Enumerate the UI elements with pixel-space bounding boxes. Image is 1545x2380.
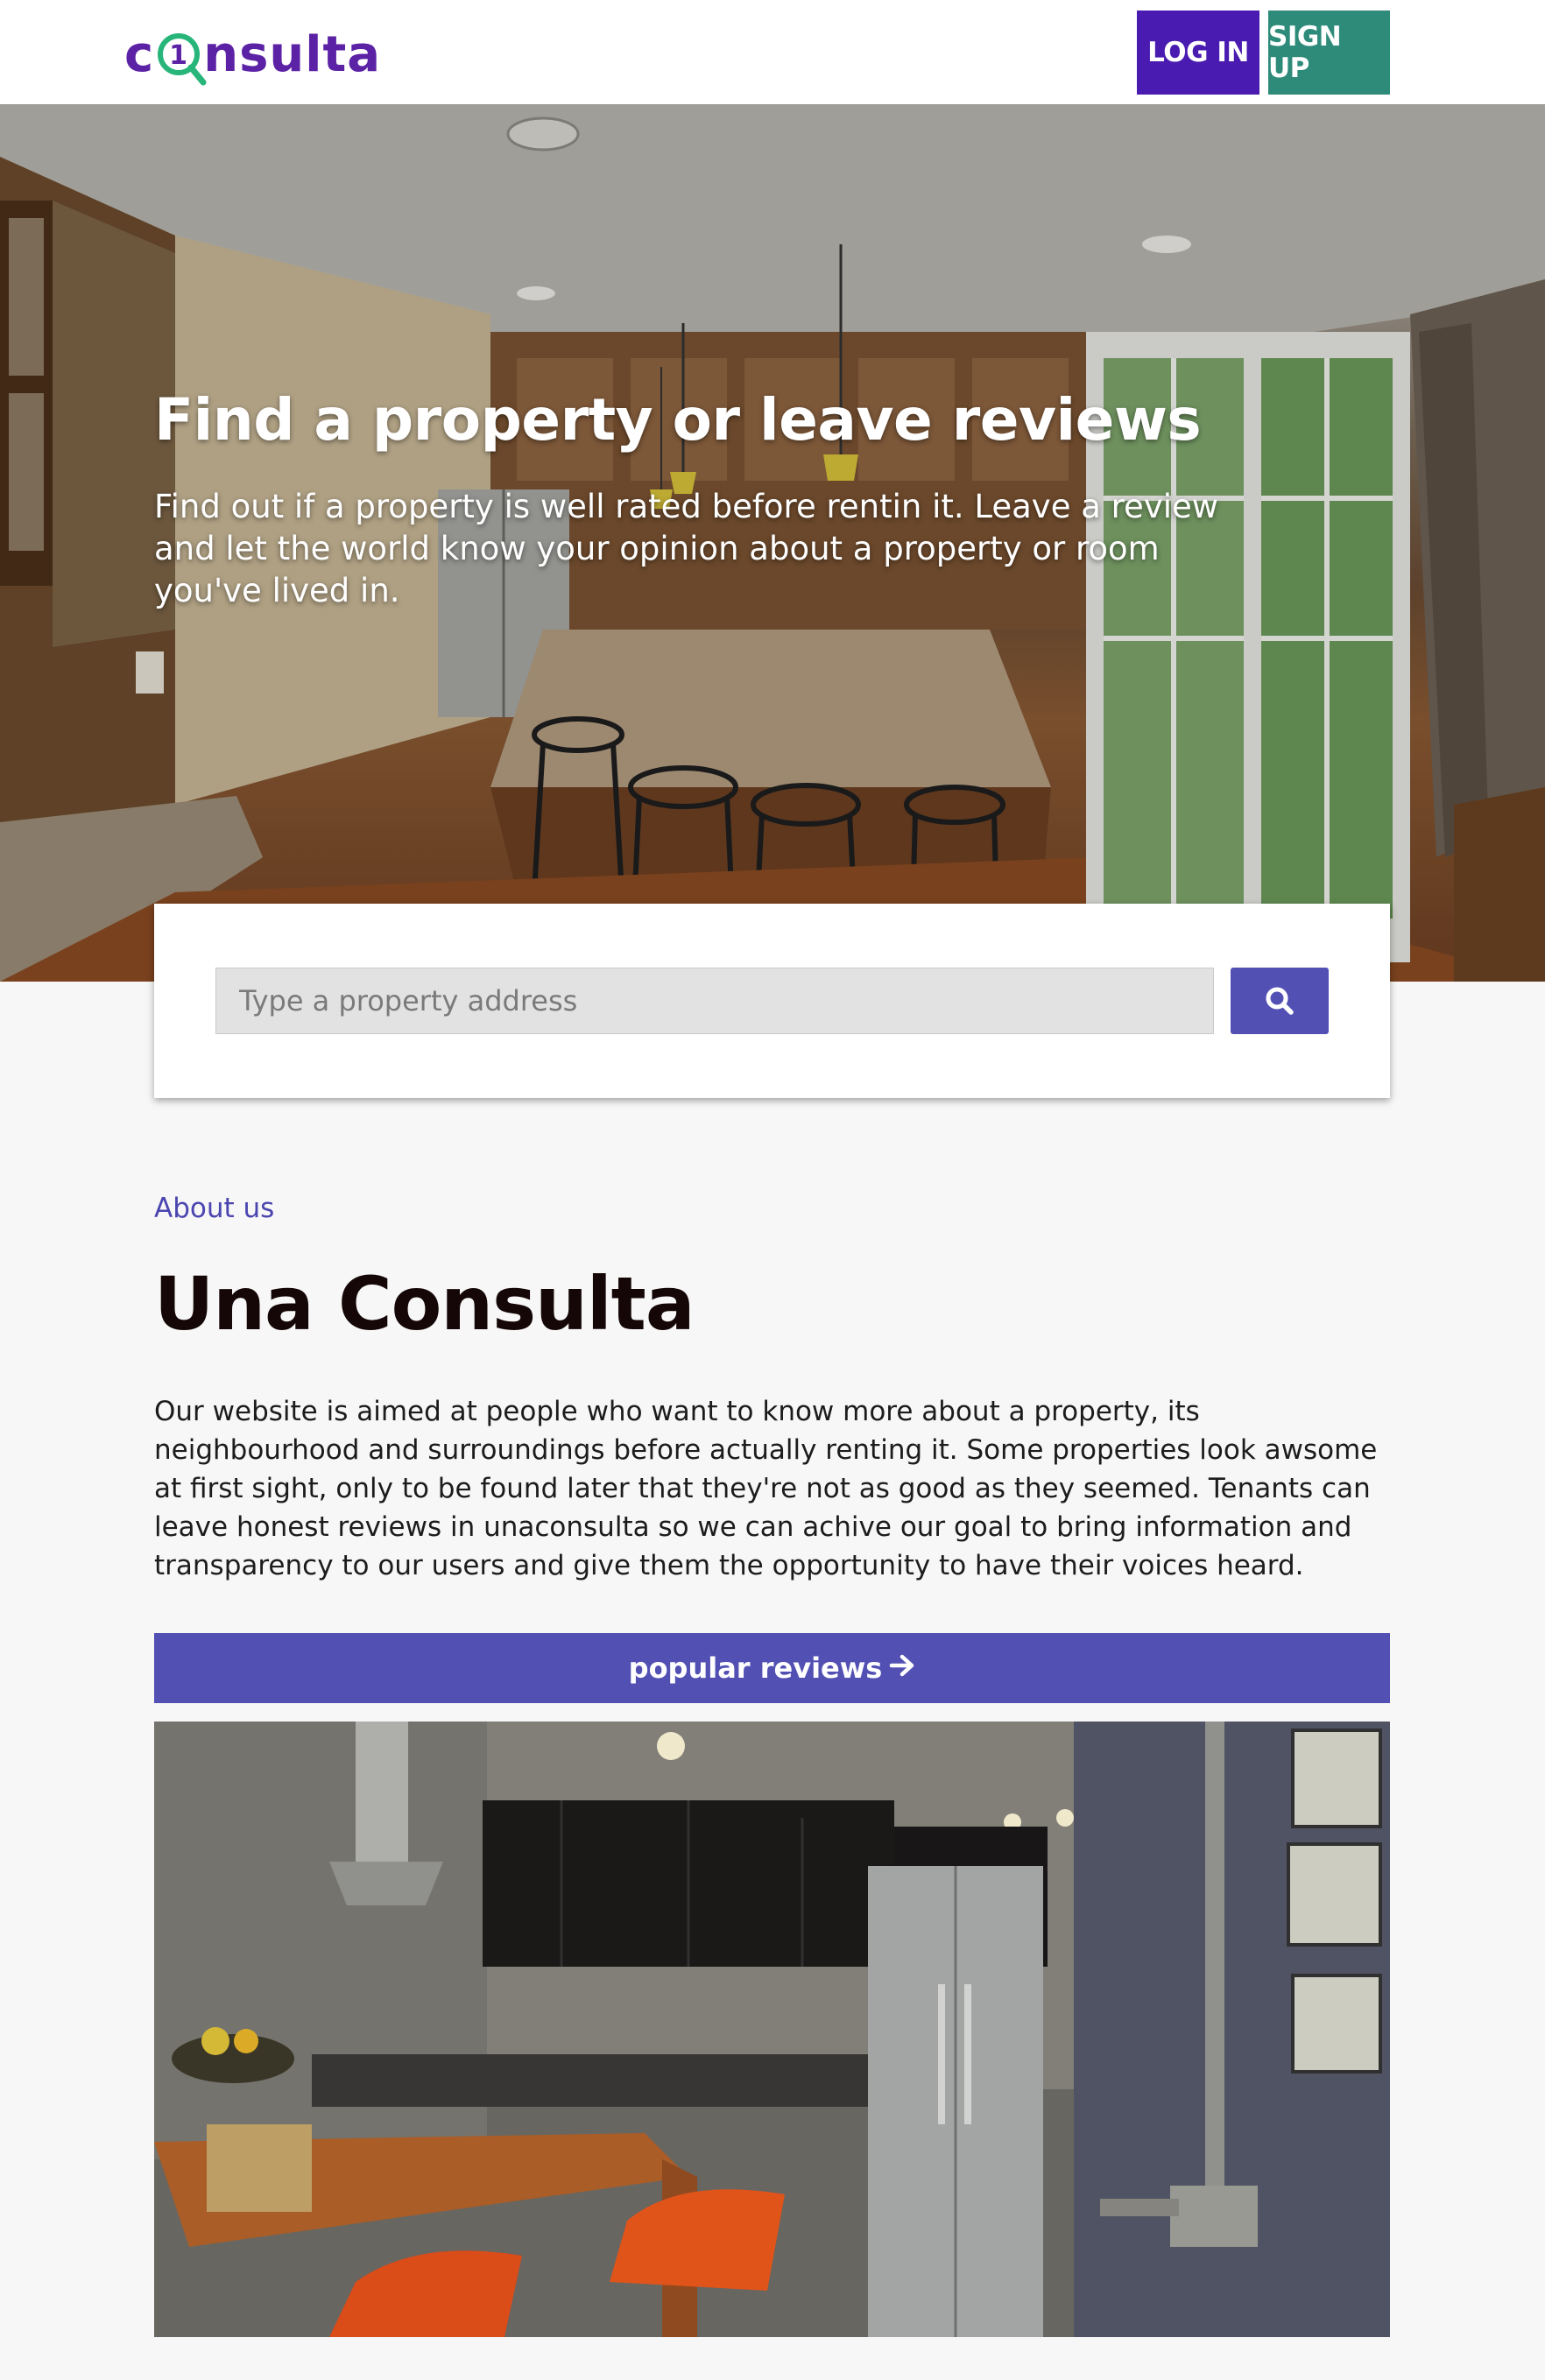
about-eyebrow: About us — [154, 1193, 275, 1224]
hero-banner: Find a property or leave reviews Find ou… — [0, 104, 1545, 982]
logo-magnifier-icon: 1 — [156, 32, 207, 86]
hero-subtitle: Find out if a property is well rated bef… — [154, 488, 1219, 609]
arrow-right-icon — [889, 1651, 915, 1686]
login-button[interactable]: LOG IN — [1137, 11, 1259, 95]
logo-digit: 1 — [169, 40, 188, 71]
logo[interactable]: c 1 nsulta — [124, 19, 381, 89]
site-header: c 1 nsulta LOG IN SIGN UP — [0, 0, 1545, 104]
search-icon — [1266, 987, 1294, 1015]
hero-title: Find a property or leave reviews — [154, 386, 1202, 454]
logo-text-left: c — [124, 25, 155, 83]
logo-text-right: nsulta — [203, 25, 382, 83]
popular-reviews-label: popular reviews — [628, 1651, 883, 1685]
popular-reviews-button[interactable]: popular reviews — [154, 1633, 1390, 1703]
search-button[interactable] — [1231, 968, 1329, 1034]
signup-button[interactable]: SIGN UP — [1268, 11, 1390, 95]
search-card — [154, 904, 1390, 1098]
about-title: Una Consulta — [154, 1261, 695, 1347]
about-body: Our website is aimed at people who want … — [154, 1396, 1378, 1581]
kitchen-photo — [154, 1722, 1390, 2337]
property-address-input[interactable] — [215, 968, 1214, 1034]
